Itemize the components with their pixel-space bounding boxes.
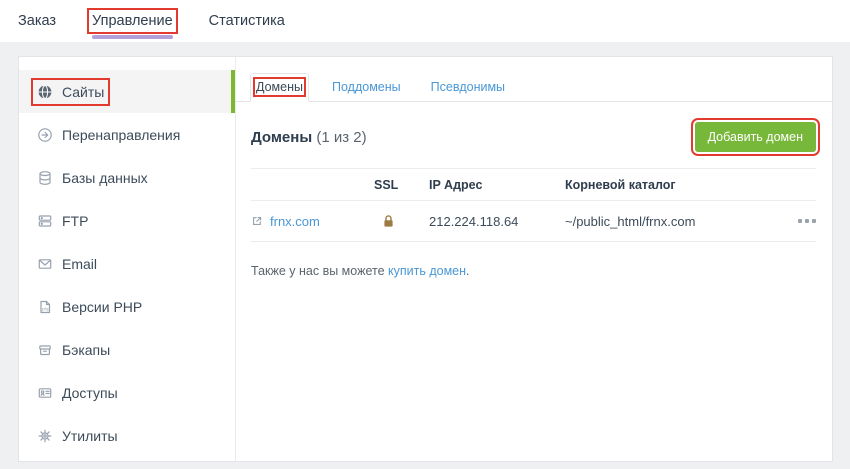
- ssl-status-cell: [374, 214, 429, 228]
- sidebar-item-sites[interactable]: Сайты: [19, 70, 235, 113]
- column-header-ip: IP Адрес: [429, 178, 565, 192]
- ip-cell: 212.224.118.64: [429, 214, 565, 229]
- database-icon: [37, 170, 53, 186]
- sidebar-item-email[interactable]: Email: [19, 242, 235, 285]
- archive-icon: [37, 342, 53, 358]
- note-period: .: [466, 264, 469, 278]
- tab-subdomains[interactable]: Поддомены: [325, 73, 408, 101]
- nav-item-label: Статистика: [209, 13, 285, 29]
- sidebar-item-ftp[interactable]: FTP: [19, 199, 235, 242]
- buy-domain-note: Также у нас вы можете купить домен.: [251, 264, 816, 278]
- domains-tabbar: Домены Поддомены Псевдонимы: [236, 73, 832, 102]
- page-title-text: Домены: [251, 129, 312, 146]
- sidebar-item-label: Сайты: [62, 84, 104, 100]
- annotation-box: Домены: [256, 80, 303, 94]
- top-navigation: Заказ Управление Статистика: [0, 0, 850, 42]
- arrow-circle-right-icon: [37, 127, 53, 143]
- sidebar-item-databases[interactable]: Базы данных: [19, 156, 235, 199]
- gear-icon: [37, 428, 53, 444]
- add-domain-button[interactable]: Добавить домен: [695, 122, 816, 152]
- nav-item-label: Заказ: [18, 13, 56, 29]
- row-actions-menu[interactable]: [766, 213, 816, 229]
- table-header-row: SSL IP Адрес Корневой каталог: [251, 168, 816, 201]
- envelope-icon: [37, 256, 53, 272]
- note-text: Также у нас вы можете: [251, 264, 388, 278]
- sidebar-item-backups[interactable]: Бэкапы: [19, 328, 235, 371]
- tab-aliases[interactable]: Псевдонимы: [424, 73, 512, 101]
- content-card: Сайты Перенаправления Базы данных FTP: [18, 56, 833, 462]
- sidebar-item-utilities[interactable]: Утилиты: [19, 414, 235, 457]
- domain-cell: frnx.com: [251, 214, 374, 229]
- sidebar-item-label: Бэкапы: [62, 342, 110, 358]
- sidebar-item-access[interactable]: Доступы: [19, 371, 235, 414]
- column-header-ssl: SSL: [374, 178, 429, 192]
- domain-link[interactable]: frnx.com: [270, 214, 320, 229]
- page-title-count: (1 из 2): [316, 129, 366, 146]
- sidebar-item-label: Версии PHP: [62, 299, 142, 315]
- nav-item-management[interactable]: Управление: [92, 0, 173, 42]
- column-header-root: Корневой каталог: [565, 178, 766, 192]
- dot: [812, 219, 816, 223]
- sidebar-item-label: Утилиты: [62, 428, 118, 444]
- main-panel: Домены Поддомены Псевдонимы Домены (1 из…: [236, 57, 832, 461]
- root-dir-cell: ~/public_html/frnx.com: [565, 214, 766, 229]
- page-title: Домены (1 из 2): [251, 129, 367, 146]
- tab-label: Поддомены: [332, 80, 401, 94]
- server-icon: [37, 213, 53, 229]
- sidebar-item-label: FTP: [62, 213, 88, 229]
- nav-item-statistics[interactable]: Статистика: [209, 0, 285, 42]
- tab-domains[interactable]: Домены: [250, 73, 309, 102]
- dot: [798, 219, 802, 223]
- nav-item-order[interactable]: Заказ: [18, 0, 56, 42]
- svg-text:php: php: [42, 306, 50, 311]
- php-file-icon: php: [37, 299, 53, 315]
- lock-icon: [382, 214, 429, 228]
- sidebar-item-label: Email: [62, 256, 97, 272]
- sidebar: Сайты Перенаправления Базы данных FTP: [19, 57, 236, 461]
- id-card-icon: [37, 385, 53, 401]
- annotation-box: Сайты: [37, 84, 104, 100]
- annotation-box: Управление: [92, 13, 173, 29]
- sidebar-item-label: Доступы: [62, 385, 118, 401]
- table-row: frnx.com 212.224.118.64 ~/public_html/fr…: [251, 201, 816, 242]
- sidebar-item-label: Перенаправления: [62, 127, 180, 143]
- dot: [805, 219, 809, 223]
- buy-domain-link[interactable]: купить домен: [388, 264, 466, 278]
- external-link-icon: [251, 215, 263, 227]
- sidebar-item-label: Базы данных: [62, 170, 148, 186]
- sidebar-item-php-versions[interactable]: php Версии PHP: [19, 285, 235, 328]
- sidebar-item-redirects[interactable]: Перенаправления: [19, 113, 235, 156]
- domains-table: SSL IP Адрес Корневой каталог frnx.com: [251, 168, 816, 242]
- globe-icon: [37, 84, 53, 100]
- tab-label: Псевдонимы: [431, 80, 505, 94]
- domains-content: Домены (1 из 2) Добавить домен SSL IP Ад…: [236, 102, 832, 278]
